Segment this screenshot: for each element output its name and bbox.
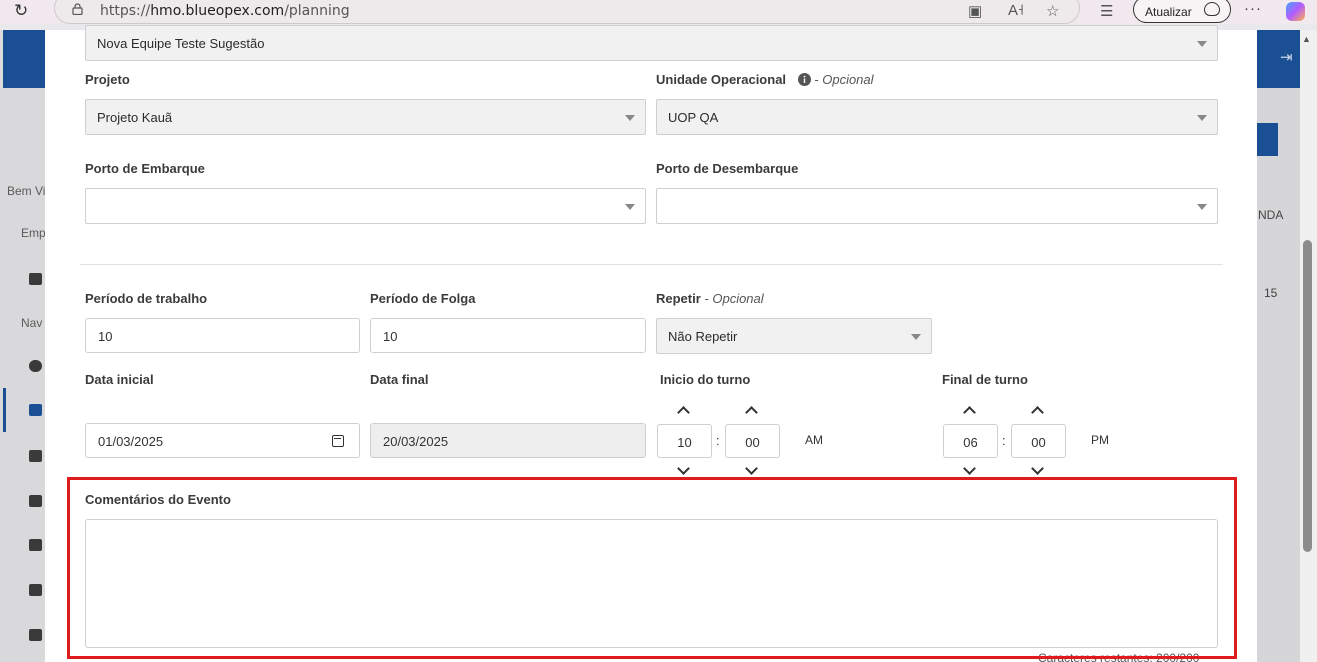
unit-label: Unidade Operacional - Opcional xyxy=(656,72,874,87)
start-date-label: Data inicial xyxy=(85,372,154,387)
end-date-value: 20/03/2025 xyxy=(383,434,449,449)
copilot-icon[interactable] xyxy=(1286,2,1305,21)
minute-down-icon[interactable] xyxy=(1031,462,1044,475)
minute-up-icon[interactable] xyxy=(1031,406,1044,419)
hour-down-icon[interactable] xyxy=(963,462,976,475)
building-icon[interactable] xyxy=(29,495,42,507)
update-button[interactable]: Atualizar xyxy=(1133,0,1231,23)
browser-toolbar: ↻ https://hmo.blueopex.com/planning ▣ A˧… xyxy=(0,0,1317,24)
minute-down-icon[interactable] xyxy=(745,462,758,475)
off-period-label: Período de Folga xyxy=(370,291,476,306)
chevron-down-icon xyxy=(625,115,635,121)
chevron-down-icon xyxy=(1197,115,1207,121)
nav-label: Nav xyxy=(21,316,43,330)
disembark-select[interactable] xyxy=(656,188,1218,224)
project-label: Projeto xyxy=(85,72,130,87)
disembark-label: Porto de Desembarque xyxy=(656,161,799,176)
end-date-input: 20/03/2025 xyxy=(370,423,646,458)
right-column-number: 15 xyxy=(1264,286,1278,300)
embark-label: Porto de Embarque xyxy=(85,161,205,176)
lock-icon[interactable] xyxy=(72,3,83,15)
devices-icon[interactable] xyxy=(29,539,42,551)
shift-end-ampm[interactable]: PM xyxy=(1091,433,1109,447)
project-select-value: Projeto Kauã xyxy=(97,110,173,125)
shift-end-hour-input[interactable]: 06 xyxy=(943,424,998,458)
repeat-select-value: Não Repetir xyxy=(668,329,738,344)
off-period-input[interactable]: 10 xyxy=(370,318,646,353)
unit-select-value: UOP QA xyxy=(668,110,719,125)
favorite-star-icon[interactable]: ☆ xyxy=(1046,2,1059,20)
highlight-box xyxy=(67,477,1237,659)
repeat-select[interactable]: Não Repetir xyxy=(656,318,932,354)
team-icon[interactable] xyxy=(29,584,42,596)
hour-down-icon[interactable] xyxy=(677,462,690,475)
unit-select[interactable]: UOP QA xyxy=(656,99,1218,135)
chevron-down-icon xyxy=(1197,41,1207,47)
favorites-list-icon[interactable]: ☰ xyxy=(1100,2,1113,20)
team-select-value: Nova Equipe Teste Sugestão xyxy=(97,36,265,51)
shift-end-minute-input[interactable]: 00 xyxy=(1011,424,1066,458)
shift-end-label: Final de turno xyxy=(942,372,1028,387)
hour-up-icon[interactable] xyxy=(963,406,976,419)
users-icon[interactable] xyxy=(29,450,42,462)
more-menu-icon[interactable]: ··· xyxy=(1244,0,1262,17)
briefcase-icon[interactable] xyxy=(29,273,42,285)
section-divider xyxy=(80,264,1223,265)
chevron-down-icon xyxy=(911,334,921,340)
calendar-icon[interactable] xyxy=(29,404,42,416)
chevron-down-icon xyxy=(1197,204,1207,210)
calendar-icon[interactable] xyxy=(332,435,344,447)
start-date-value: 01/03/2025 xyxy=(98,434,164,449)
minute-up-icon[interactable] xyxy=(745,406,758,419)
off-period-value: 10 xyxy=(383,329,398,344)
time-separator: : xyxy=(716,433,720,448)
start-date-input[interactable]: 01/03/2025 xyxy=(85,423,360,458)
shift-start-ampm[interactable]: AM xyxy=(805,433,823,447)
shift-start-minute-input[interactable]: 00 xyxy=(725,424,780,458)
url-text[interactable]: https://hmo.blueopex.com/planning xyxy=(100,3,350,19)
team-select[interactable]: Nova Equipe Teste Sugestão xyxy=(85,25,1218,61)
embark-select[interactable] xyxy=(85,188,646,224)
read-aloud-icon[interactable]: A˧ xyxy=(1008,2,1024,19)
right-panel-button[interactable] xyxy=(1257,123,1278,156)
scroll-up-icon[interactable]: ▲ xyxy=(1302,34,1311,44)
shift-start-label: Inicio do turno xyxy=(660,372,751,387)
update-icon xyxy=(1204,2,1220,16)
split-screen-icon[interactable]: ▣ xyxy=(968,2,982,20)
right-column-header: NDA xyxy=(1258,208,1284,222)
right-panel xyxy=(1257,88,1300,662)
chevron-down-icon xyxy=(625,204,635,210)
checkbox-icon[interactable] xyxy=(29,629,42,641)
reload-icon[interactable]: ↻ xyxy=(14,1,28,21)
app-sidebar xyxy=(0,88,45,662)
company-label: Emp xyxy=(21,226,46,240)
welcome-text: Bem Vi xyxy=(7,184,46,198)
end-date-label: Data final xyxy=(370,372,429,387)
dashboard-icon[interactable] xyxy=(29,360,42,372)
project-select[interactable]: Projeto Kauã xyxy=(85,99,646,135)
info-icon[interactable] xyxy=(797,73,811,86)
shift-start-hour-input[interactable]: 10 xyxy=(657,424,712,458)
repeat-label: Repetir - Opcional xyxy=(656,291,764,306)
active-indicator xyxy=(3,388,6,432)
logout-icon[interactable]: ⇥ xyxy=(1280,48,1293,66)
work-period-input[interactable]: 10 xyxy=(85,318,360,353)
work-period-label: Período de trabalho xyxy=(85,291,208,306)
hour-up-icon[interactable] xyxy=(677,406,690,419)
time-separator: : xyxy=(1002,433,1006,448)
work-period-value: 10 xyxy=(98,329,113,344)
scrollbar-thumb[interactable] xyxy=(1303,240,1312,552)
